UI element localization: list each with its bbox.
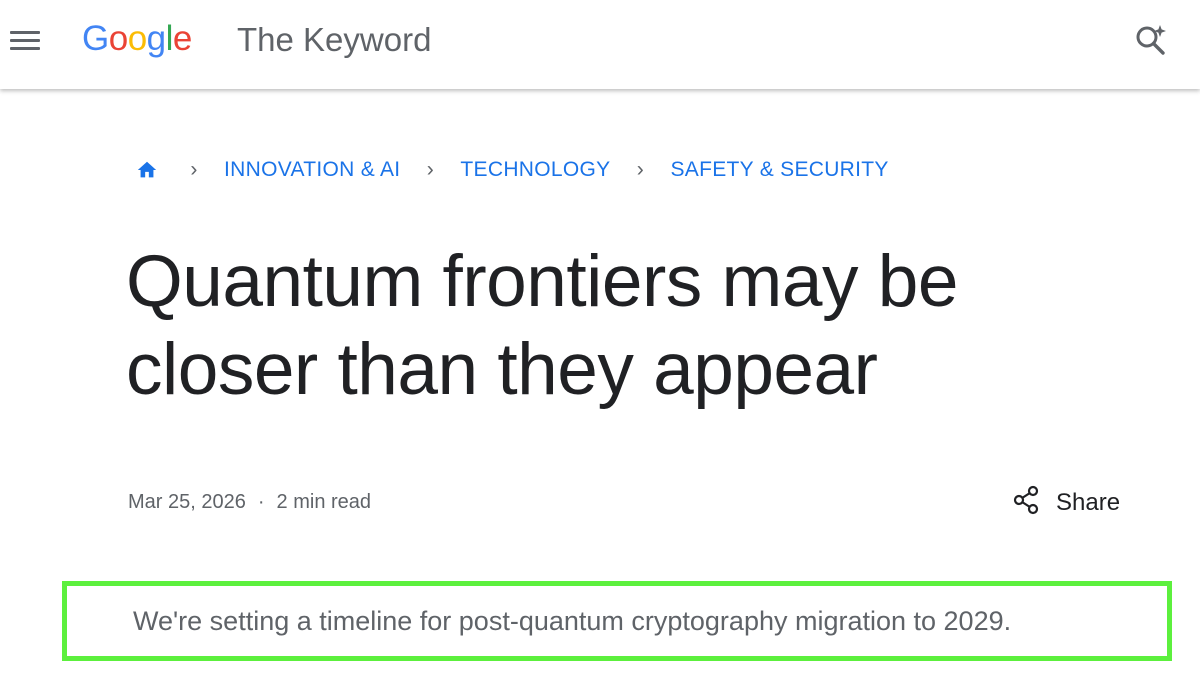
share-icon	[1012, 485, 1040, 522]
article-meta: Mar 25, 2026 · 2 min read	[128, 488, 371, 516]
breadcrumb-innovation-ai[interactable]: INNOVATION & AI	[224, 158, 400, 182]
highlighted-summary: We're setting a timeline for post-quantu…	[62, 581, 1172, 661]
google-logo[interactable]: Google	[82, 17, 192, 61]
article-title-line-2: closer than they appear	[126, 329, 878, 410]
share-button[interactable]: Share	[1012, 485, 1120, 521]
meta-separator: ·	[257, 491, 265, 513]
breadcrumb-safety-security[interactable]: SAFETY & SECURITY	[670, 158, 888, 182]
chevron-right-icon: ›	[426, 158, 435, 181]
publish-date: Mar 25, 2026	[128, 491, 246, 513]
breadcrumb-technology[interactable]: TECHNOLOGY	[460, 158, 610, 182]
hamburger-menu-icon[interactable]	[10, 27, 40, 53]
chevron-right-icon: ›	[636, 158, 645, 181]
chevron-right-icon: ›	[190, 158, 198, 181]
share-label: Share	[1056, 489, 1121, 516]
article-title: Quantum frontiers may be closer than the…	[126, 238, 1086, 414]
article-summary: We're setting a timeline for post-quantu…	[133, 606, 1012, 636]
breadcrumb: › INNOVATION & AI › TECHNOLOGY › SAFETY …	[128, 150, 889, 190]
site-header: Google The Keyword	[0, 0, 1200, 89]
site-title[interactable]: The Keyword	[237, 20, 431, 60]
read-time: 2 min read	[276, 491, 372, 513]
home-icon[interactable]	[130, 153, 164, 187]
article-title-line-1: Quantum frontiers may be	[126, 241, 958, 322]
search-sparkle-icon[interactable]	[1132, 22, 1172, 62]
